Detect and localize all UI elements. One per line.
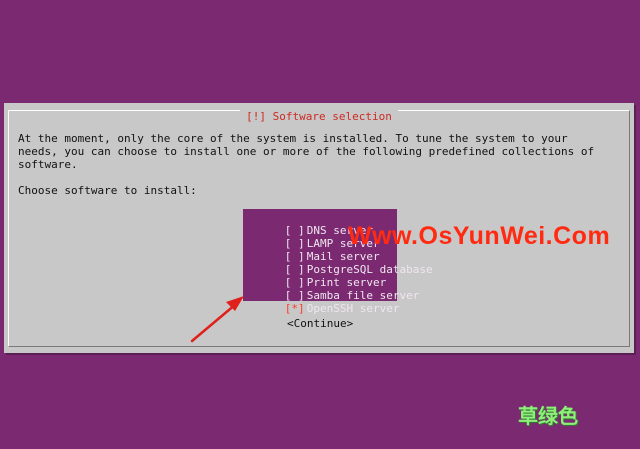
site-logo: 草绿色	[518, 404, 578, 428]
red-arrow-icon	[190, 296, 244, 343]
